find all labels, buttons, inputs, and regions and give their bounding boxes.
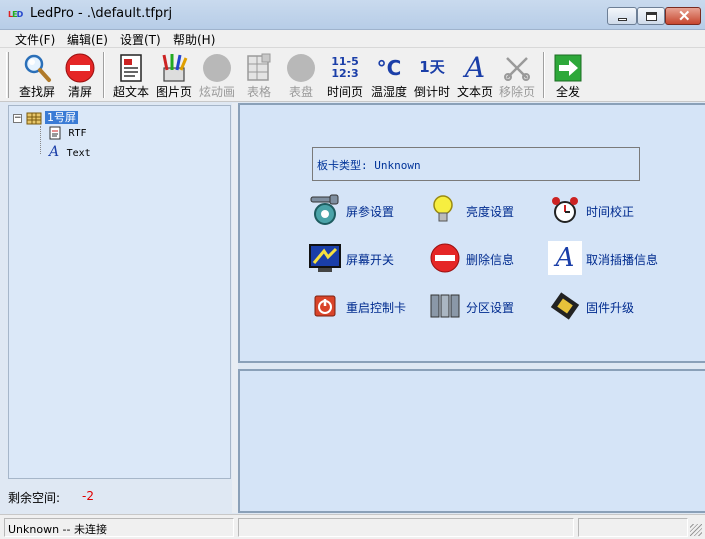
remaining-space-value: -2 — [82, 489, 94, 503]
close-button[interactable]: ✕ — [665, 7, 701, 25]
clear-screen-button[interactable]: 清屏 — [62, 50, 98, 100]
letter-a-icon: A — [464, 51, 486, 84]
menu-help[interactable]: 帮助(H) — [173, 31, 215, 48]
letter-a-icon: A — [548, 241, 582, 275]
tree-root-label: 1号屏 — [45, 111, 78, 124]
collapse-icon[interactable]: − — [13, 113, 22, 123]
close-icon: ✕ — [678, 8, 691, 25]
status-connection: Unknown -- 未连接 — [4, 518, 234, 537]
screen-grid-icon — [26, 112, 41, 125]
controller-panel: 板卡类型: Unknown 屏参设置 亮度设置 时间校正 屏幕开关 删除信息 A… — [238, 103, 705, 363]
send-all-button[interactable]: 全发 — [549, 50, 587, 100]
animation-icon — [203, 54, 231, 82]
toolbar-separator — [543, 52, 545, 98]
no-entry-icon — [65, 53, 95, 83]
super-text-button[interactable]: 超文本 — [110, 50, 152, 100]
chip-icon — [550, 292, 580, 320]
countdown-button[interactable]: 1天 倒计时 — [411, 50, 453, 100]
rtf-document-icon — [49, 126, 61, 140]
status-pane-middle — [238, 518, 574, 537]
minimize-icon — [618, 18, 627, 21]
app-logo-icon: LED — [8, 10, 23, 19]
remaining-space-label: 剩余空间: — [8, 491, 61, 505]
menu-edit[interactable]: 编辑(E) — [67, 31, 108, 48]
partition-grid-icon — [430, 294, 460, 318]
tree-item-text[interactable]: A Text — [49, 144, 91, 160]
scissors-icon — [504, 57, 530, 81]
tree-item-rtf[interactable]: RTF — [49, 126, 87, 140]
wrench-gear-icon — [310, 194, 339, 225]
light-bulb-icon — [433, 195, 453, 222]
window-title: LedPro - .\default.tfprj — [30, 6, 173, 21]
picture-page-button[interactable]: 图片页 — [153, 50, 195, 100]
alarm-clock-icon — [552, 197, 578, 223]
animation-button[interactable]: 炫动画 — [196, 50, 238, 100]
remove-page-button[interactable]: 移除页 — [497, 50, 537, 100]
maximize-button[interactable] — [637, 7, 665, 25]
countdown-icon: 1天 — [419, 58, 445, 76]
clock-dial-icon — [287, 54, 315, 82]
status-pane-right — [578, 518, 688, 537]
table-button[interactable]: 表格 — [240, 50, 278, 100]
table-icon — [247, 53, 271, 81]
card-type-text: 板卡类型: Unknown — [317, 159, 421, 172]
toolbar-grip[interactable] — [6, 52, 9, 98]
time-page-button[interactable]: 11-5 12:3 时间页 — [324, 50, 366, 100]
paint-brushes-icon — [162, 54, 188, 82]
menu-bar: 文件(F) 编辑(E) 设置(T) 帮助(H) — [0, 30, 705, 48]
status-bar: Unknown -- 未连接 — [0, 514, 705, 539]
green-arrow-icon — [554, 54, 582, 82]
time-icon: 11-5 12:3 — [331, 55, 359, 80]
tree-line — [40, 126, 41, 154]
magnifier-icon — [24, 54, 51, 82]
title-bar: LED LedPro - .\default.tfprj ✕ — [0, 0, 705, 30]
clock-dial-button[interactable]: 表盘 — [282, 50, 320, 100]
text-page-button[interactable]: A 文本页 — [455, 50, 495, 100]
resize-grip-icon[interactable] — [690, 524, 702, 536]
card-type-box: 板卡类型: Unknown — [312, 147, 640, 181]
temperature-icon: °C — [376, 56, 402, 80]
monitor-icon — [309, 244, 341, 272]
minimize-button[interactable] — [607, 7, 637, 25]
power-icon — [314, 295, 336, 317]
toolbar: 查找屏 清屏 超文本 图片页 炫动画 表格 表盘 11-5 12:3 时间页 °… — [0, 48, 705, 102]
no-entry-icon — [430, 243, 460, 273]
letter-a-icon: A — [49, 144, 60, 160]
screen-tree-pane: − 1号屏 RTF A Text — [8, 105, 231, 479]
menu-file[interactable]: 文件(F) — [15, 31, 55, 48]
message-panel — [238, 369, 705, 513]
maximize-icon — [646, 12, 657, 21]
temp-humidity-button[interactable]: °C 温湿度 — [368, 50, 410, 100]
toolbar-separator — [103, 52, 105, 98]
document-text-icon — [120, 54, 142, 82]
find-screen-button[interactable]: 查找屏 — [14, 50, 60, 100]
menu-settings[interactable]: 设置(T) — [120, 31, 161, 48]
tree-root[interactable]: − 1号屏 — [13, 109, 78, 125]
